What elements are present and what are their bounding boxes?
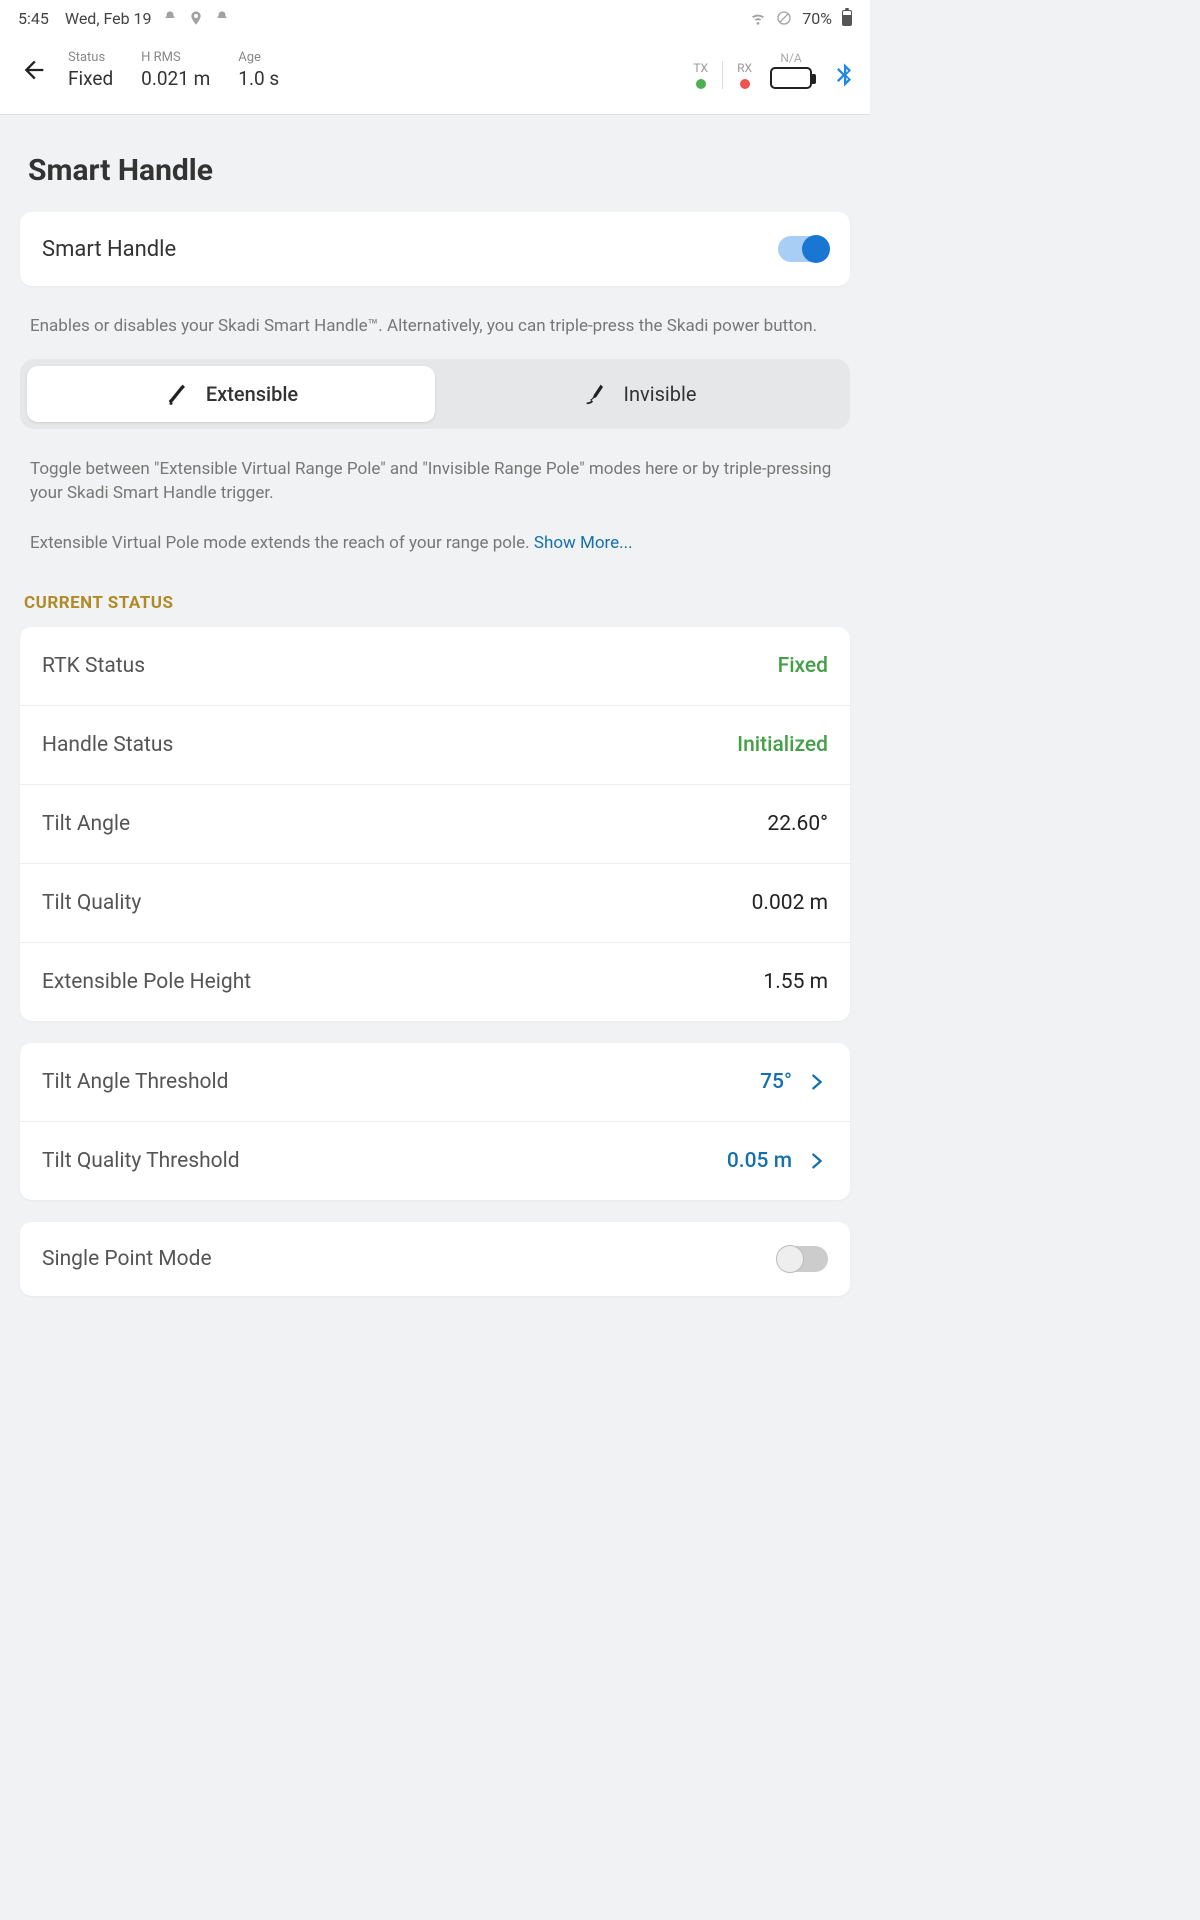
back-button[interactable] [12,48,56,92]
tilt-angle-label: Tilt Angle [42,812,130,836]
device-statusbar: 5:45 Wed, Feb 19 70% [0,0,870,36]
tx-indicator: TX [693,61,708,89]
tilt-angle-threshold-value: 75° [760,1070,792,1094]
page-title: Smart Handle [28,153,842,188]
extensible-height-value: 1.55 m [763,970,828,994]
segment-extensible[interactable]: Extensible [27,366,435,422]
show-more-link[interactable]: Show More... [534,533,633,553]
statusbar-battery-pct: 70% [802,9,832,28]
segment-extensible-label: Extensible [206,382,298,406]
header-battery: N/A [770,51,812,89]
smart-handle-card: Smart Handle [20,212,850,286]
header-status-label: Status [68,50,113,65]
smart-handle-row: Smart Handle [20,212,850,286]
rx-dot-icon [740,79,750,89]
rx-label: RX [737,61,752,75]
header-stat-status: Status Fixed [68,50,113,90]
handle-status-label: Handle Status [42,733,173,757]
battery-mini-icon [842,10,852,26]
segment-invisible-label: Invisible [624,382,697,406]
statusbar-date: Wed, Feb 19 [65,9,152,28]
row-single-point-mode: Single Point Mode [20,1222,850,1296]
chevron-right-icon [806,1150,828,1172]
tilt-angle-value: 22.60° [767,812,828,836]
rtk-status-value: Fixed [778,654,828,678]
rtk-status-label: RTK Status [42,654,145,678]
row-rtk-status: RTK Status Fixed [20,627,850,706]
header-hrms-label: H RMS [141,50,210,65]
row-tilt-quality: Tilt Quality 0.002 m [20,864,850,943]
tilt-quality-threshold-value: 0.05 m [727,1149,792,1173]
handle-status-value: Initialized [737,733,828,757]
statusbar-time: 5:45 [18,9,49,28]
extensible-pole-icon [164,380,192,408]
tilt-quality-label: Tilt Quality [42,891,141,915]
app-header: Status Fixed H RMS 0.021 m Age 1.0 s TX … [0,36,870,115]
row-tilt-angle-threshold[interactable]: Tilt Angle Threshold 75° [20,1043,850,1122]
tilt-quality-value: 0.002 m [752,891,828,915]
single-point-card: Single Point Mode [20,1222,850,1296]
notif-icon-2 [214,10,230,26]
bluetooth-icon[interactable] [830,61,858,89]
header-age-label: Age [238,50,279,65]
row-extensible-height: Extensible Pole Height 1.55 m [20,943,850,1021]
segmented-help-2: Extensible Virtual Pole mode extends the… [30,533,534,553]
header-stat-hrms: H RMS 0.021 m [141,50,210,90]
txrx-separator [722,61,723,89]
wifi-icon [750,10,766,26]
tilt-angle-threshold-label: Tilt Angle Threshold [42,1070,228,1094]
segmented-help: Toggle between "Extensible Virtual Range… [20,443,850,576]
tx-label: TX [693,61,708,75]
smart-handle-help: Enables or disables your Skadi Smart Han… [20,300,850,359]
header-age-value: 1.0 s [238,67,279,90]
arrow-left-icon [20,56,48,84]
segmented-help-1: Toggle between "Extensible Virtual Range… [30,459,831,504]
notif-icon [162,10,178,26]
extensible-height-label: Extensible Pole Height [42,970,251,994]
row-tilt-angle: Tilt Angle 22.60° [20,785,850,864]
row-tilt-quality-threshold[interactable]: Tilt Quality Threshold 0.05 m [20,1122,850,1200]
smart-handle-toggle[interactable] [778,236,828,262]
status-card: RTK Status Fixed Handle Status Initializ… [20,627,850,1021]
row-handle-status: Handle Status Initialized [20,706,850,785]
header-status-value: Fixed [68,67,113,90]
location-icon [188,10,204,26]
rx-indicator: RX [737,61,752,89]
battery-icon [770,67,812,89]
single-point-toggle[interactable] [778,1246,828,1272]
single-point-label: Single Point Mode [42,1247,212,1271]
thresholds-card: Tilt Angle Threshold 75° Tilt Quality Th… [20,1043,850,1200]
smart-handle-label: Smart Handle [42,237,176,262]
current-status-header: CURRENT STATUS [24,593,850,613]
header-hrms-value: 0.021 m [141,67,210,90]
tilt-quality-threshold-label: Tilt Quality Threshold [42,1149,240,1173]
tx-dot-icon [696,79,706,89]
pole-mode-segmented: Extensible Invisible [20,359,850,429]
dnd-icon [776,10,792,26]
invisible-pole-icon [582,380,610,408]
chevron-right-icon [806,1071,828,1093]
header-stat-age: Age 1.0 s [238,50,279,90]
segment-invisible[interactable]: Invisible [435,366,843,422]
battery-label: N/A [780,51,801,65]
